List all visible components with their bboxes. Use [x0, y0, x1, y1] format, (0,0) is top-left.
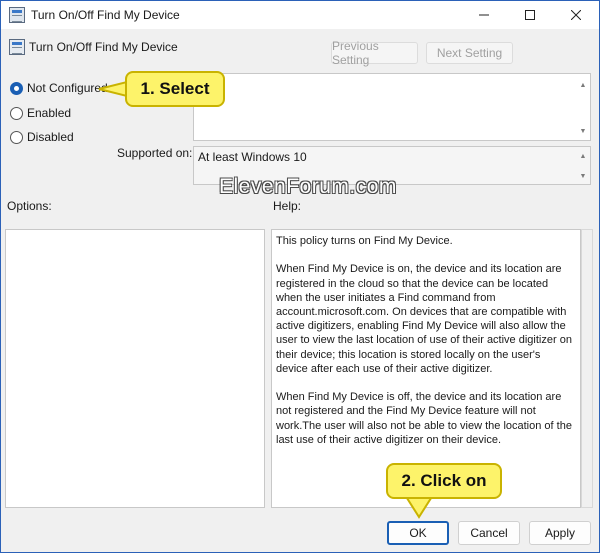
scroll-up-icon[interactable]: ▲ [578, 82, 588, 89]
help-label: Help: [273, 199, 302, 213]
cancel-label: Cancel [470, 526, 508, 540]
options-pane [5, 229, 265, 508]
window-controls [461, 1, 599, 29]
policy-setting-icon [9, 39, 25, 55]
comment-field[interactable]: ▲ ▼ [193, 73, 591, 141]
callout-select-text: 1. Select [140, 79, 210, 98]
help-scrollbar[interactable] [581, 229, 593, 508]
next-setting-label: Next Setting [436, 46, 503, 60]
policy-name: Turn On/Off Find My Device [29, 40, 178, 54]
ok-button[interactable]: OK [387, 521, 449, 545]
radio-button[interactable] [10, 81, 23, 95]
window-title: Turn On/Off Find My Device [31, 8, 180, 22]
radio-label: Disabled [27, 130, 74, 144]
radio-button[interactable] [10, 106, 23, 120]
help-paragraph: When Find My Device is on, the device an… [276, 263, 572, 375]
close-icon[interactable] [553, 1, 599, 29]
callout-select: 1. Select [125, 71, 225, 107]
watermark: ElevenForum.com [219, 175, 397, 198]
minimize-icon[interactable] [461, 1, 507, 29]
supported-on-label: Supported on: [117, 146, 193, 160]
supported-on-value: At least Windows 10 [198, 150, 307, 164]
previous-setting-label: Previous Setting [332, 39, 379, 67]
radio-not-configured[interactable]: Not Configured [10, 81, 108, 95]
help-paragraph: This policy turns on Find My Device. [276, 235, 453, 247]
radio-disabled[interactable]: Disabled [10, 130, 74, 144]
radio-label: Enabled [27, 106, 72, 120]
next-setting-button[interactable]: Next Setting [426, 42, 513, 64]
help-paragraph: When Find My Device is off, the device a… [276, 391, 572, 446]
cancel-button[interactable]: Cancel [458, 521, 520, 545]
policy-dialog: Turn On/Off Find My Device Turn On/Off F… [0, 0, 600, 553]
callout-click-on: 2. Click on [386, 463, 502, 499]
apply-label: Apply [544, 526, 576, 540]
previous-setting-button[interactable]: Previous Setting [331, 39, 418, 67]
apply-button[interactable]: Apply [529, 521, 591, 545]
ok-label: OK [409, 526, 427, 540]
scroll-down-icon[interactable]: ▼ [578, 128, 588, 135]
radio-enabled[interactable]: Enabled [10, 106, 71, 120]
maximize-icon[interactable] [507, 1, 553, 29]
radio-button[interactable] [10, 130, 23, 144]
title-bar[interactable]: Turn On/Off Find My Device [1, 1, 599, 29]
callout-click-text: 2. Click on [401, 471, 487, 490]
help-text: This policy turns on Find My Device. Whe… [276, 234, 572, 461]
radio-label: Not Configured [27, 81, 108, 95]
options-label: Options: [7, 199, 52, 213]
scroll-up-icon[interactable]: ▲ [578, 153, 588, 160]
scroll-down-icon[interactable]: ▼ [578, 173, 588, 180]
policy-window-icon [9, 7, 25, 23]
